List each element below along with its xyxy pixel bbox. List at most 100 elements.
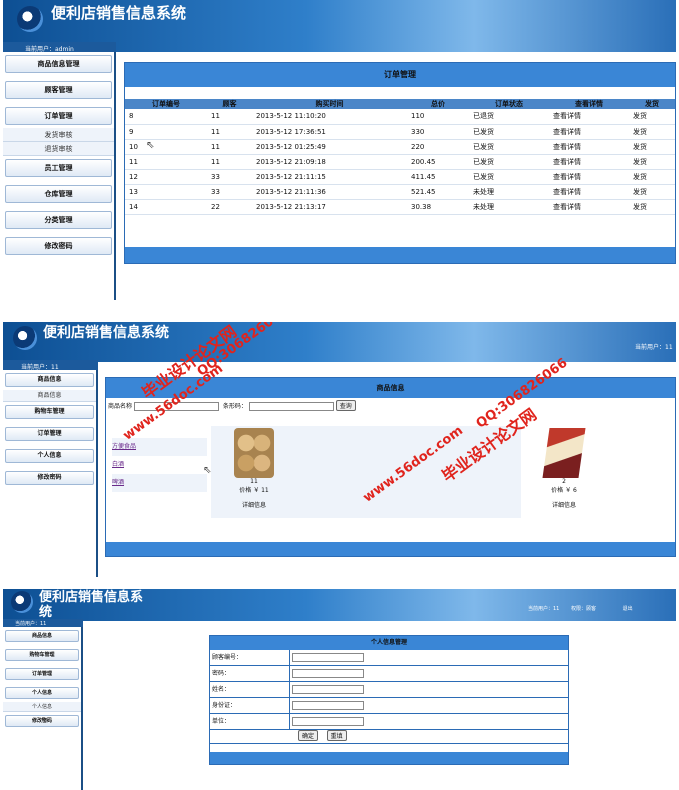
cell-ship-link[interactable]: 发货 xyxy=(629,139,675,155)
form-row: 身份证： xyxy=(210,698,568,714)
category-item[interactable]: 啤酒 xyxy=(112,474,207,492)
order-panel: 订单管理 订单编号 顾客 购买时间 总价 订单状态 查看详情 发货 8 11 201… xyxy=(124,62,676,264)
menu-orders[interactable]: 订单管理 xyxy=(5,427,94,441)
cell-status: 已发货 xyxy=(469,169,549,185)
menu-category[interactable]: 分类管理 xyxy=(5,211,112,229)
search-button[interactable]: 查询 xyxy=(335,400,356,411)
cell-detail-link[interactable]: 查看详情 xyxy=(549,139,629,155)
user-strip: 当前用户：11 xyxy=(3,360,98,371)
cell-detail-link[interactable]: 查看详情 xyxy=(549,199,629,215)
category-item[interactable]: 白酒 xyxy=(112,456,207,474)
field-input[interactable] xyxy=(292,701,364,710)
product-name: 11 xyxy=(250,478,258,485)
submenu-ship-review[interactable]: 发货审核 xyxy=(3,128,114,142)
cell-status: 已退货 xyxy=(469,109,549,125)
field-cell xyxy=(290,650,364,665)
search-row: 商品名称 条形码： 查询 xyxy=(106,398,675,414)
current-user-right: 当前用户：11 xyxy=(528,606,560,612)
app-logo-icon xyxy=(17,6,43,32)
soybean-image xyxy=(234,428,274,478)
menu-goods[interactable]: 商品信息 xyxy=(5,630,79,642)
product-card[interactable]: 2 价格 ￥ 6 详细信息 xyxy=(534,428,594,518)
cell-detail-link[interactable]: 查看详情 xyxy=(549,184,629,200)
form-row: 单位： xyxy=(210,714,568,730)
cell-ship-link[interactable]: 发货 xyxy=(629,184,675,200)
cell-detail-link[interactable]: 查看详情 xyxy=(549,169,629,185)
cell-order-id: 9 xyxy=(125,124,207,140)
app-logo-icon xyxy=(11,591,33,613)
cell-customer: 22 xyxy=(207,199,252,215)
panel-title: 商品信息 xyxy=(106,378,675,398)
price-value: ￥ 6 xyxy=(565,487,577,494)
form-body: 顾客编号： 密码： 姓名： 身份证： 单位： xyxy=(210,650,568,730)
menu-orders[interactable]: 订单管理 xyxy=(5,668,79,680)
field-input[interactable] xyxy=(292,653,364,662)
menu-goods[interactable]: 商品信息 xyxy=(5,373,94,387)
table-header: 订单编号 顾客 购买时间 总价 订单状态 查看详情 发货 xyxy=(125,99,675,109)
current-user-right: 当前用户：11 xyxy=(635,344,673,351)
field-input[interactable] xyxy=(292,717,364,726)
screen-order-management: 便利店销售信息系统 当前用户：admin 商品信息管理 顾客管理 订单管理 发货… xyxy=(3,0,676,300)
header-bar: 便利店销售信息系统 当前用户：11 权限：顾客 退出 xyxy=(3,589,676,621)
product-price: 价格 ￥ 11 xyxy=(224,485,284,494)
app-title: 便利店销售信息系统 xyxy=(39,590,144,620)
category-item[interactable]: 方便食品 xyxy=(112,438,207,456)
product-detail-link[interactable]: 详细信息 xyxy=(534,500,594,509)
panel-footer xyxy=(125,247,675,263)
product-name: 2 xyxy=(562,478,566,485)
menu-password[interactable]: 修改密码 xyxy=(5,471,94,485)
cell-total: 521.45 xyxy=(407,184,469,200)
cell-status: 已发货 xyxy=(469,124,549,140)
menu-password[interactable]: 修改密码 xyxy=(5,237,112,255)
cell-order-id: 13 xyxy=(125,184,207,200)
cell-order-id: 11 xyxy=(125,154,207,170)
menu-orders[interactable]: 订单管理 xyxy=(5,107,112,125)
table-row: 10 11 2013-5-12 01:25:49 220 已发货 查看详情 发货 xyxy=(125,139,675,155)
product-card[interactable]: 11 价格 ￥ 11 详细信息 xyxy=(224,428,284,518)
cell-detail-link[interactable]: 查看详情 xyxy=(549,109,629,125)
col-order-id: 订单编号 xyxy=(125,99,207,109)
menu-goods[interactable]: 商品信息管理 xyxy=(5,55,112,73)
cell-customer: 11 xyxy=(207,124,252,140)
cell-total: 220 xyxy=(407,139,469,155)
cell-detail-link[interactable]: 查看详情 xyxy=(549,124,629,140)
search-code-input[interactable] xyxy=(248,402,334,411)
field-cell xyxy=(290,714,364,729)
menu-customers[interactable]: 顾客管理 xyxy=(5,81,112,99)
search-name-input[interactable] xyxy=(133,402,219,411)
cell-ship-link[interactable]: 发货 xyxy=(629,154,675,170)
field-input[interactable] xyxy=(292,685,364,694)
menu-personal[interactable]: 个人信息 xyxy=(5,449,94,463)
field-label: 密码： xyxy=(210,666,290,681)
submenu-return-review[interactable]: 退货审核 xyxy=(3,142,114,156)
field-label: 单位： xyxy=(210,714,290,729)
cell-detail-link[interactable]: 查看详情 xyxy=(549,154,629,170)
sidebar: 商品信息管理 顾客管理 订单管理 发货审核 退货审核 员工管理 仓库管理 分类管… xyxy=(3,52,116,300)
reset-button[interactable]: 重填 xyxy=(326,730,347,741)
cell-ship-link[interactable]: 发货 xyxy=(629,124,675,140)
col-detail: 查看详情 xyxy=(549,99,629,109)
cell-status: 未处理 xyxy=(469,199,549,215)
cell-ship-link[interactable]: 发货 xyxy=(629,169,675,185)
menu-staff[interactable]: 员工管理 xyxy=(5,159,112,177)
menu-cart[interactable]: 购物车管理 xyxy=(5,649,79,661)
cell-time: 2013-5-12 21:09:18 xyxy=(252,154,407,170)
col-customer: 顾客 xyxy=(207,99,252,109)
cell-ship-link[interactable]: 发货 xyxy=(629,199,675,215)
cell-ship-link[interactable]: 发货 xyxy=(629,109,675,125)
menu-cart[interactable]: 购物车管理 xyxy=(5,405,94,419)
mouse-cursor-icon: ⇖ xyxy=(41,715,48,724)
col-time: 购买时间 xyxy=(252,99,407,109)
logout-link[interactable]: 退出 xyxy=(623,606,633,612)
current-user-label: 当前用户：11 xyxy=(15,621,47,627)
menu-personal[interactable]: 个人信息 xyxy=(5,687,79,699)
price-label: 价格 xyxy=(551,487,564,494)
confirm-button[interactable]: 确定 xyxy=(298,730,319,741)
product-detail-link[interactable]: 详细信息 xyxy=(224,500,284,509)
screen-personal-info: 便利店销售信息系统 当前用户：11 权限：顾客 退出 当前用户：11 商品信息 … xyxy=(3,589,676,790)
field-input[interactable] xyxy=(292,669,364,678)
menu-warehouse[interactable]: 仓库管理 xyxy=(5,185,112,203)
submenu-personal-info[interactable]: 个人信息 xyxy=(3,702,81,712)
submenu-goods-info[interactable]: 商品信息 xyxy=(3,390,96,402)
field-label: 姓名： xyxy=(210,682,290,697)
